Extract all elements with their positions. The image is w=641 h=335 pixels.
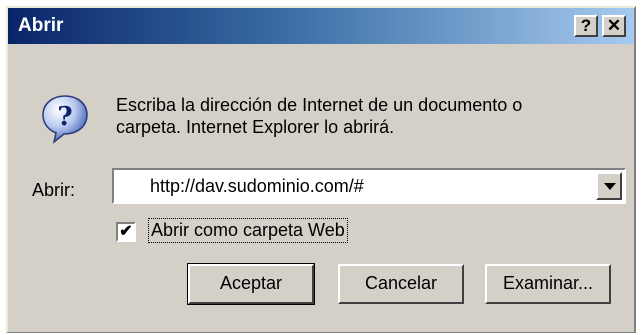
instruction-text: Escriba la dirección de Internet de un d…	[116, 94, 522, 138]
web-folder-label[interactable]: Abrir como carpeta Web	[148, 218, 348, 243]
help-button[interactable]: ?	[574, 15, 598, 37]
window-title: Abrir	[18, 15, 64, 36]
web-folder-checkbox[interactable]: ✔	[116, 222, 136, 242]
address-combobox[interactable]: http://dav.sudominio.com/#	[112, 168, 626, 204]
ok-button[interactable]: Aceptar	[187, 263, 315, 305]
question-icon: ?	[42, 95, 88, 144]
dropdown-arrow-icon[interactable]	[596, 172, 622, 200]
instruction-line-2: carpeta. Internet Explorer lo abrirá.	[116, 117, 395, 137]
svg-text:?: ?	[57, 102, 72, 132]
open-label: Abrir:	[32, 180, 76, 200]
instruction-line-1: Escriba la dirección de Internet de un d…	[116, 95, 523, 115]
open-dialog: Abrir ? ✕ ? Escriba la dirección de Inte…	[6, 6, 636, 333]
cancel-button[interactable]: Cancelar	[338, 264, 464, 304]
title-bar[interactable]: Abrir ? ✕	[8, 8, 634, 44]
browse-button[interactable]: Examinar...	[485, 264, 611, 304]
close-button[interactable]: ✕	[602, 15, 626, 37]
address-input[interactable]: http://dav.sudominio.com/#	[150, 176, 364, 197]
